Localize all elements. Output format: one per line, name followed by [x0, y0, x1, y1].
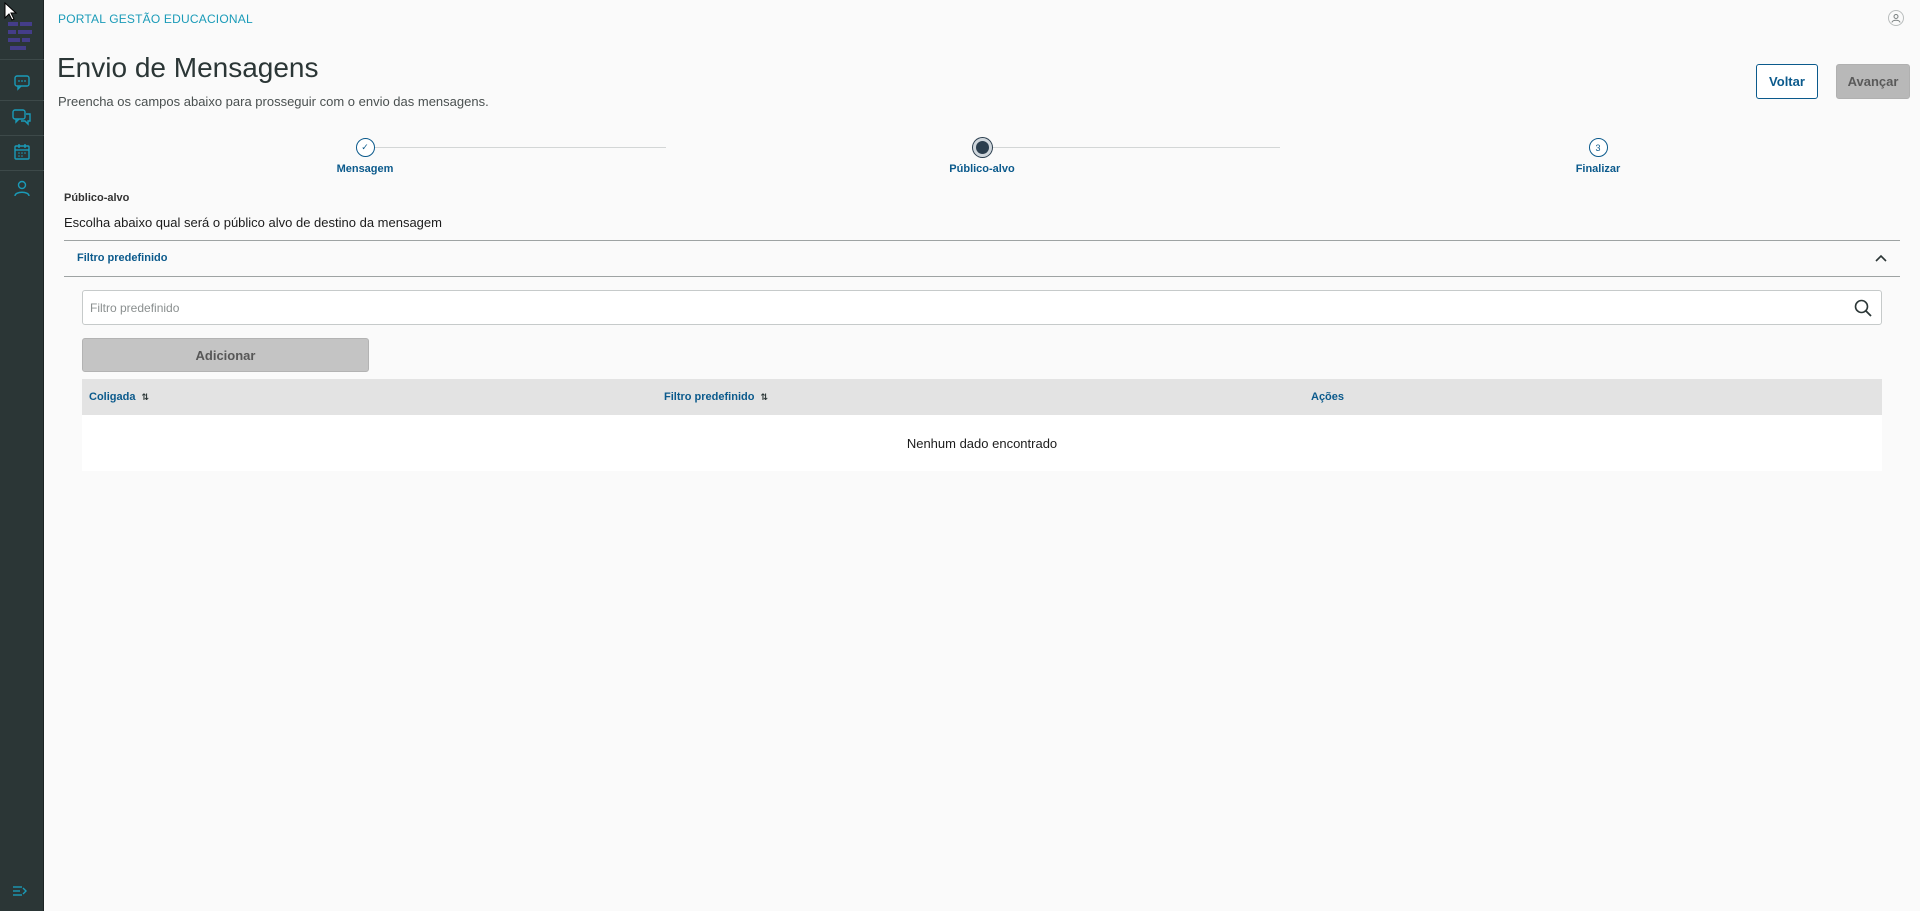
sidebar-divider: [0, 170, 44, 171]
calendar-icon: [14, 144, 30, 160]
column-header-acoes: Ações: [1311, 379, 1344, 415]
sidebar-item-messages[interactable]: [11, 71, 33, 93]
sidebar-divider: [0, 135, 44, 136]
column-label: Ações: [1311, 391, 1345, 403]
chat-icon: [14, 75, 30, 91]
sort-icon: ⇅: [141, 391, 149, 402]
step-number: 3: [1588, 138, 1608, 157]
menu-collapse-icon: [13, 886, 27, 896]
accordion-filtro-predefinido[interactable]: Filtro predefinido: [64, 240, 1900, 277]
step-label: Mensagem: [336, 163, 394, 175]
accordion-title: Filtro predefinido: [77, 252, 168, 264]
step-mensagem[interactable]: ✓ Mensagem: [305, 138, 425, 175]
main-content: PORTAL GESTÃO EDUCACIONAL Envio de Mensa…: [44, 0, 1920, 911]
page-title: Envio de Mensagens: [57, 52, 319, 83]
chevron-up-icon[interactable]: [1874, 251, 1888, 265]
next-button[interactable]: Avançar: [1836, 64, 1910, 99]
column-header-coligada[interactable]: Coligada ⇅: [89, 379, 149, 415]
step-done-icon: ✓: [355, 138, 375, 157]
sidebar-item-calendar[interactable]: [11, 141, 33, 163]
column-label: Filtro predefinido: [664, 391, 755, 403]
page-subtitle: Preencha os campos abaixo para prossegui…: [58, 94, 489, 109]
step-label: Finalizar: [1575, 163, 1621, 175]
user-menu-button[interactable]: [1888, 10, 1904, 26]
step-publico-alvo[interactable]: Público-alvo: [922, 138, 1042, 175]
person-icon: [14, 180, 30, 197]
user-icon: [1891, 14, 1901, 23]
search-icon[interactable]: [1853, 298, 1873, 318]
table-header: Coligada ⇅ Filtro predefinido ⇅ Ações: [82, 379, 1882, 415]
portal-name: PORTAL GESTÃO EDUCACIONAL: [58, 12, 253, 26]
mouse-cursor-icon: [4, 2, 18, 21]
step-active-icon: [972, 138, 992, 157]
stepper: ✓ Mensagem Público-alvo 3 Finalizar: [44, 138, 1920, 182]
section-description: Escolha abaixo qual será o público alvo …: [64, 215, 442, 230]
column-label: Coligada: [89, 391, 136, 403]
back-button[interactable]: Voltar: [1756, 64, 1818, 99]
filters-table: Coligada ⇅ Filtro predefinido ⇅ Ações Ne…: [82, 379, 1882, 471]
step-finalizar[interactable]: 3 Finalizar: [1538, 138, 1658, 175]
sidebar-divider: [0, 100, 44, 101]
add-button[interactable]: Adicionar: [82, 338, 369, 372]
conversations-icon: [12, 109, 31, 126]
sidebar-toggle-button[interactable]: [11, 882, 33, 904]
sidebar-item-profile[interactable]: [11, 177, 33, 199]
table-empty-message: Nenhum dado encontrado: [82, 415, 1882, 471]
section-label: Público-alvo: [64, 192, 130, 204]
sidebar: [0, 0, 44, 911]
filter-search-input[interactable]: [90, 291, 1799, 324]
sort-icon: ⇅: [760, 391, 768, 402]
column-header-filtro-predefinido[interactable]: Filtro predefinido ⇅: [664, 379, 768, 415]
sidebar-item-conversations[interactable]: [11, 106, 33, 128]
step-label: Público-alvo: [949, 163, 1015, 175]
filter-search-field: [82, 290, 1882, 325]
